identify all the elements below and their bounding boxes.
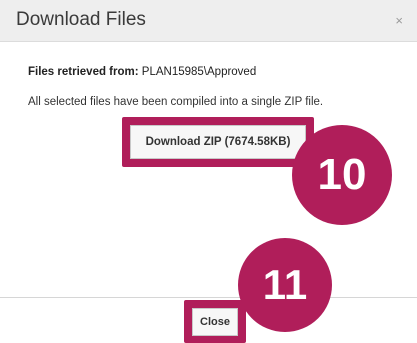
close-button[interactable]: Close — [192, 308, 238, 336]
source-line: Files retrieved from: PLAN15985\Approved — [28, 66, 256, 78]
download-files-dialog: Download Files × Files retrieved from: P… — [0, 0, 417, 343]
step-badge-10: 10 — [292, 125, 392, 225]
close-icon[interactable]: × — [395, 14, 403, 27]
source-label: Files retrieved from: — [28, 66, 139, 78]
dialog-titlebar: Download Files × — [0, 0, 417, 42]
step-badge-11: 11 — [238, 238, 332, 332]
compiled-message: All selected files have been compiled in… — [28, 96, 324, 108]
source-path: PLAN15985\Approved — [141, 66, 257, 78]
download-zip-button[interactable]: Download ZIP (7674.58KB) — [130, 125, 306, 159]
footer-divider — [0, 297, 417, 298]
dialog-title: Download Files — [16, 9, 146, 30]
